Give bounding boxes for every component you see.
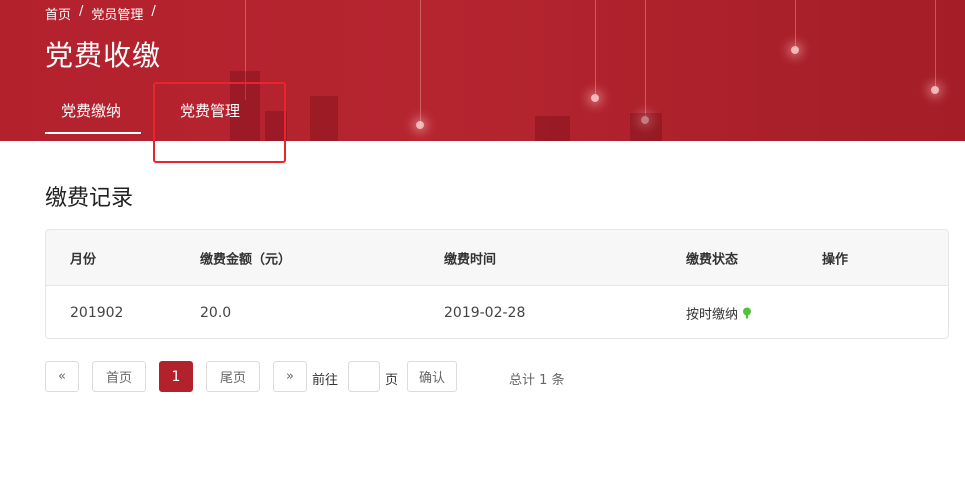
highlight-box xyxy=(153,82,286,163)
pagination: « 首页 1 尾页 » 前往 页 确认 总计 1 条 xyxy=(0,361,965,394)
breadcrumb: 首页 / 党员管理 / xyxy=(45,4,164,23)
decor-building xyxy=(535,116,570,141)
header-action: 操作 xyxy=(822,252,849,267)
next-page-button[interactable]: » xyxy=(273,361,307,392)
cell-amount: 20.0 xyxy=(200,305,232,321)
header-month: 月份 xyxy=(70,252,97,267)
page-title: 党费收缴 xyxy=(45,39,162,72)
first-page-button[interactable]: 首页 xyxy=(92,361,146,392)
breadcrumb-members[interactable]: 党员管理 xyxy=(91,4,143,23)
payment-records-table: 月份 缴费金额（元） 缴费时间 缴费状态 操作 201902 20.0 2019… xyxy=(45,229,949,339)
breadcrumb-separator: / xyxy=(151,4,156,19)
decor-line xyxy=(420,0,421,125)
decor-glow xyxy=(931,86,939,94)
table-row: 201902 20.0 2019-02-28 按时缴纳 xyxy=(46,286,948,338)
goto-label: 前往 xyxy=(312,373,339,388)
header-banner: 首页 / 党员管理 / 党费收缴 党费缴纳 党费管理 xyxy=(0,0,965,141)
section-title: 缴费记录 xyxy=(45,186,134,211)
decor-glow xyxy=(591,94,599,102)
total-count: 总计 1 条 xyxy=(509,373,565,388)
cell-month: 201902 xyxy=(70,305,124,321)
breadcrumb-separator: / xyxy=(79,4,84,19)
cell-time: 2019-02-28 xyxy=(444,305,526,321)
decor-glow xyxy=(416,121,424,129)
decor-line xyxy=(645,0,646,120)
green-pin-icon xyxy=(743,307,752,319)
prev-page-button[interactable]: « xyxy=(45,361,79,392)
table-header: 月份 缴费金额（元） 缴费时间 缴费状态 操作 xyxy=(46,230,948,286)
decor-building xyxy=(310,96,338,141)
status-text: 按时缴纳 xyxy=(686,307,739,323)
header-status: 缴费状态 xyxy=(686,252,739,267)
current-page-button[interactable]: 1 xyxy=(159,361,193,392)
page-number-input[interactable] xyxy=(348,361,380,392)
page-unit-label: 页 xyxy=(385,373,399,388)
breadcrumb-home[interactable]: 首页 xyxy=(45,4,71,23)
decor-line xyxy=(795,0,796,50)
decor-building xyxy=(630,113,662,141)
header-time: 缴费时间 xyxy=(444,252,497,267)
cell-status: 按时缴纳 xyxy=(686,304,752,323)
active-tab-underline xyxy=(45,132,141,134)
decor-glow xyxy=(791,46,799,54)
decor-line xyxy=(935,0,936,90)
decor-line xyxy=(595,0,596,95)
header-amount: 缴费金额（元） xyxy=(200,252,292,267)
tab-fee-payment[interactable]: 党费缴纳 xyxy=(61,100,121,121)
last-page-button[interactable]: 尾页 xyxy=(206,361,260,392)
confirm-button[interactable]: 确认 xyxy=(407,361,457,392)
